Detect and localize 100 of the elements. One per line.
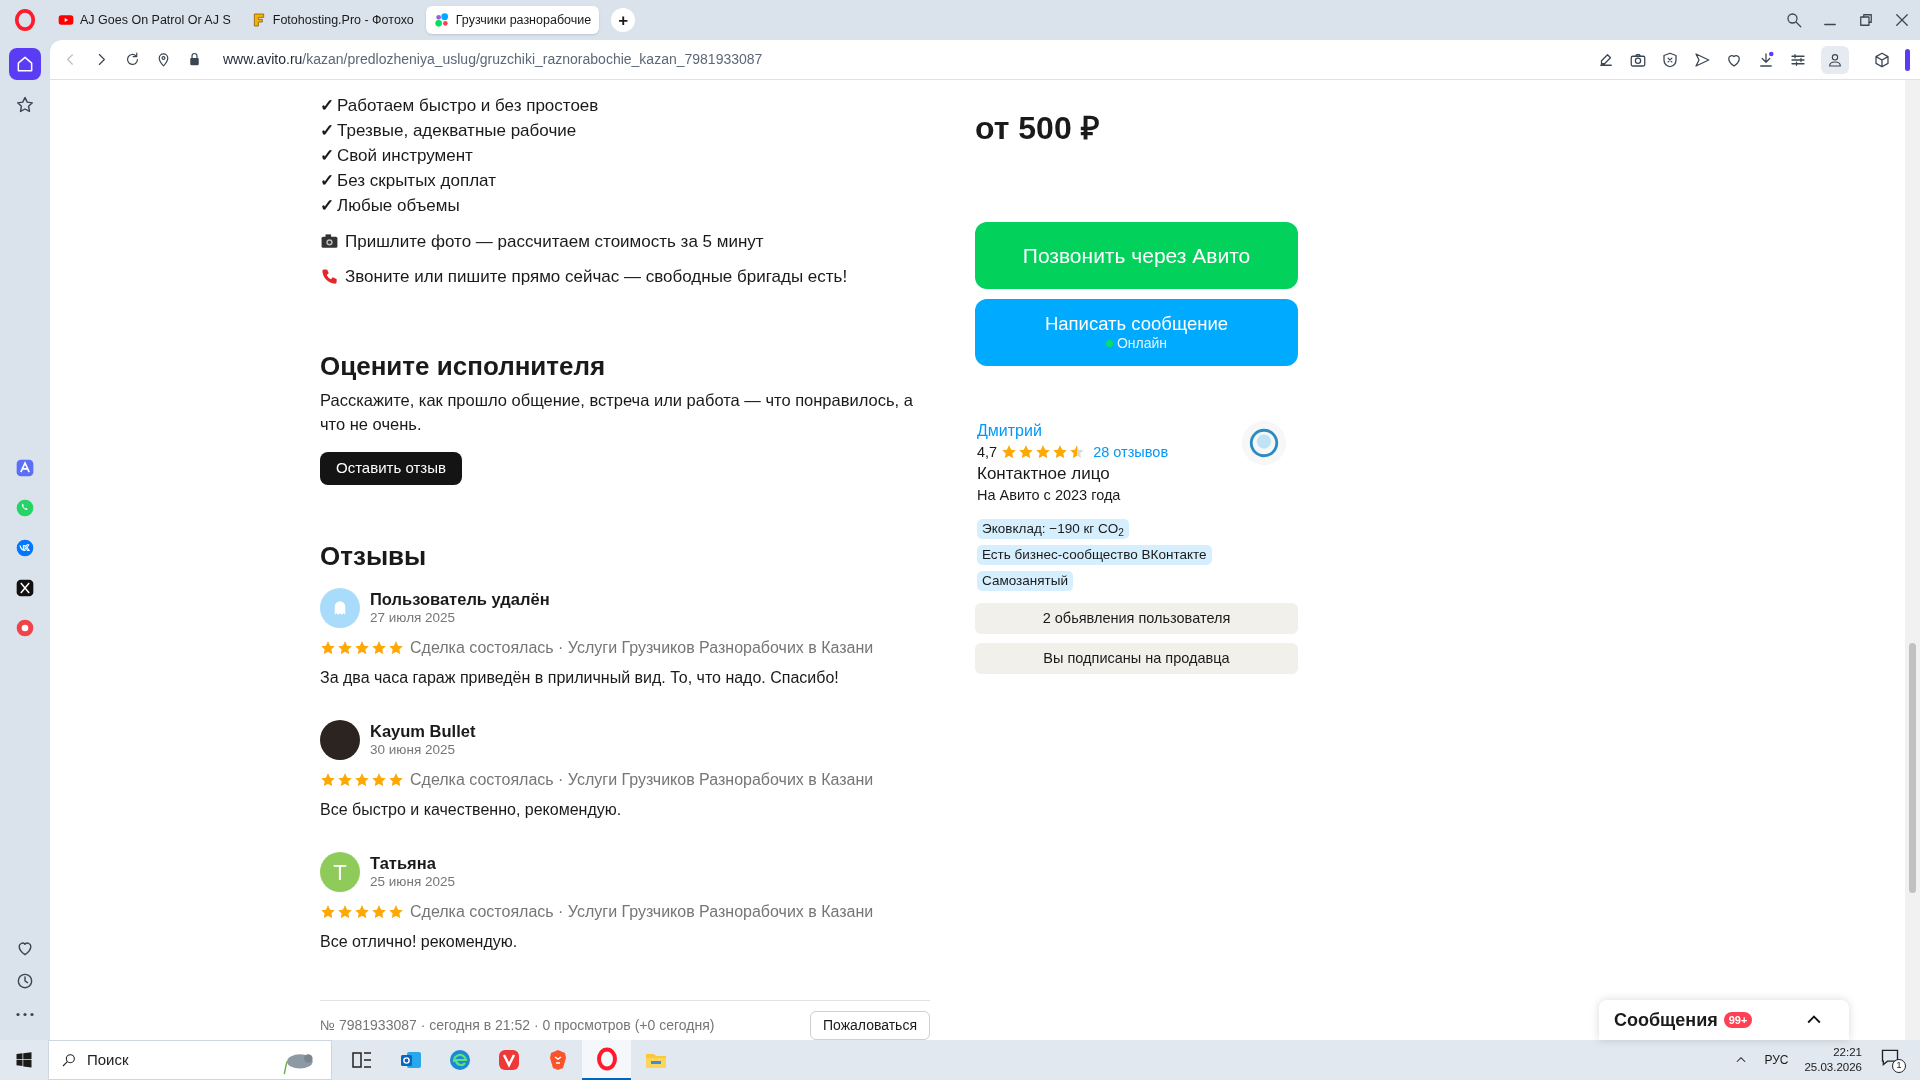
colored-dots-icon bbox=[433, 12, 450, 28]
person-icon bbox=[1827, 51, 1843, 68]
browser-tab[interactable]: Грузчики разнорабочие bbox=[425, 6, 600, 34]
review-deal-info: Сделка состоялась · Услуги Грузчиков Разнорабочих в Казани bbox=[410, 638, 874, 658]
notification-center-button[interactable]: 1 bbox=[1880, 1047, 1906, 1073]
seller-badge: Есть бизнес-сообщество ВКонтакте bbox=[977, 545, 1212, 565]
seller-badge: Самозанятый bbox=[977, 571, 1073, 591]
check-mark: ✓ bbox=[320, 144, 334, 167]
section-heading: Отзывы bbox=[320, 540, 428, 572]
review-deal-info: Сделка состоялась · Услуги Грузчиков Разнорабочих в Казани bbox=[410, 770, 874, 790]
reload-icon[interactable] bbox=[124, 51, 141, 68]
check-mark: ✓ bbox=[320, 119, 334, 142]
clock-time[interactable]: 22:21 bbox=[1833, 1045, 1862, 1060]
taskbar-app-button[interactable] bbox=[582, 1040, 631, 1080]
star-icon bbox=[320, 904, 336, 920]
review-date: 30 июня 2025 bbox=[370, 741, 456, 759]
listing-meta: № 7981933087 · сегодня в 21:52 · 0 просмотров (+0 сегодня) bbox=[320, 1016, 715, 1035]
review-text: Все отлично! рекомендую. bbox=[320, 932, 519, 952]
home-icon bbox=[15, 54, 35, 74]
feature-text: Трезвые, адекватные рабочие bbox=[337, 119, 577, 142]
star-icon bbox=[1069, 444, 1086, 460]
input-language-indicator[interactable]: РУС bbox=[1764, 1051, 1789, 1069]
messages-title: Сообщения bbox=[1614, 1008, 1718, 1032]
leave-review-button[interactable]: Оставить отзыв bbox=[320, 452, 462, 485]
x-logo-icon bbox=[15, 578, 35, 598]
review-text: За два часа гараж приведён в приличный вид. То, что надо. Спасибо! bbox=[320, 668, 840, 688]
shield-icon[interactable] bbox=[1661, 50, 1679, 69]
search-placeholder: Поиск bbox=[87, 1049, 130, 1070]
clock-date[interactable]: 25.03.2026 bbox=[1804, 1060, 1862, 1075]
clock-icon bbox=[15, 971, 35, 991]
edge-browser-icon bbox=[447, 1048, 472, 1072]
download-icon[interactable] bbox=[1757, 50, 1775, 69]
taskbar-search-field[interactable]: Поиск bbox=[48, 1040, 332, 1080]
vk-icon bbox=[15, 538, 35, 558]
price: от 500 ₽ bbox=[975, 109, 1101, 148]
seller-role: Контактное лицо bbox=[977, 463, 1111, 485]
restore-icon[interactable] bbox=[1857, 11, 1875, 29]
star-outline-icon bbox=[15, 95, 35, 115]
scrollbar-thumb[interactable] bbox=[1909, 643, 1916, 893]
star-icon bbox=[371, 904, 387, 920]
seller-action-button[interactable]: Вы подписаны на продавца bbox=[975, 643, 1298, 674]
star-icon bbox=[354, 640, 370, 656]
review-date: 27 июля 2025 bbox=[370, 609, 457, 627]
rate-description: Расскажите, как прошло общение, встреча или работа — что понравилось, а что не очень. bbox=[320, 390, 914, 435]
notification-count: 1 bbox=[1892, 1059, 1906, 1073]
sidebar-toggle-bar[interactable] bbox=[1905, 48, 1910, 71]
browser-tab[interactable]: Fotohosting.Pro - Фотохо bbox=[242, 6, 422, 34]
star-icon bbox=[1018, 444, 1035, 460]
whatsapp-icon bbox=[15, 498, 35, 518]
windows-logo-icon[interactable] bbox=[15, 1051, 33, 1069]
seller-action-button[interactable]: 2 обьявления пользователя bbox=[975, 603, 1298, 634]
more-icon bbox=[15, 1011, 35, 1017]
close-icon[interactable] bbox=[1893, 11, 1911, 29]
check-mark: ✓ bbox=[320, 194, 334, 217]
profile-button[interactable] bbox=[1821, 45, 1849, 74]
scrollbar[interactable] bbox=[1905, 80, 1920, 1040]
search-icon[interactable] bbox=[1785, 11, 1803, 29]
review-date: 25 июня 2025 bbox=[370, 873, 455, 891]
star-icon bbox=[320, 640, 336, 656]
star-icon bbox=[354, 772, 370, 788]
check-mark: ✓ bbox=[320, 94, 334, 117]
star-icon bbox=[1001, 444, 1018, 460]
opera-logo-icon[interactable] bbox=[14, 9, 36, 31]
star-icon bbox=[388, 904, 404, 920]
feature-text: Работаем быстро и без простоев bbox=[337, 94, 599, 117]
address-field[interactable]: www.avito.ru/kazan/predlozheniya_uslug/gruzchiki_raznorabochie_kazan_7981933087 bbox=[223, 49, 763, 70]
star-icon bbox=[371, 772, 387, 788]
check-mark: ✓ bbox=[320, 169, 334, 192]
online-status: Онлайн bbox=[1116, 335, 1168, 352]
star-icon bbox=[337, 904, 353, 920]
review-text: Все быстро и качественно, рекомендую. bbox=[320, 800, 623, 820]
cube-icon[interactable] bbox=[1873, 50, 1891, 69]
phone-icon bbox=[320, 267, 339, 286]
section-heading: Оцените исполнителя bbox=[320, 350, 607, 382]
note-text: Звоните или пишите прямо сейчас — свободные бригады есть! bbox=[345, 265, 848, 288]
star-icon bbox=[371, 640, 387, 656]
browser-tab[interactable]: AJ Goes On Patrol Or AJ S bbox=[50, 6, 239, 34]
unread-count-badge: 99+ bbox=[1723, 1012, 1753, 1028]
home-button[interactable] bbox=[9, 48, 41, 80]
reviewer-name: Татьяна bbox=[370, 853, 437, 873]
seller-badge: Эковклад: −190 кг CO$_{2}$ bbox=[977, 519, 1129, 539]
reviewer-name: Пользователь удалён bbox=[370, 589, 550, 609]
star-icon bbox=[1052, 444, 1069, 460]
new-tab-button[interactable]: + bbox=[611, 8, 636, 32]
avatar: Т bbox=[320, 852, 360, 892]
seller-since: На Авито с 2023 года bbox=[977, 486, 1122, 505]
search-icon bbox=[61, 1052, 77, 1068]
youtube-icon bbox=[58, 12, 74, 28]
music-player-icon bbox=[15, 618, 35, 638]
star-icon bbox=[337, 640, 353, 656]
feature-text: Без скрытых доплат bbox=[337, 169, 496, 192]
letter-a-app-icon bbox=[15, 458, 35, 478]
star-icon bbox=[1035, 444, 1052, 460]
reviewer-name: Kayum Bullet bbox=[370, 721, 476, 741]
messages-panel[interactable]: Сообщения 99+ bbox=[1599, 1000, 1849, 1040]
feature-text: Свой инструмент bbox=[337, 144, 473, 167]
star-icon bbox=[354, 904, 370, 920]
vivaldi-browser-icon bbox=[496, 1048, 521, 1072]
speech-bubble-icon bbox=[1880, 1047, 1900, 1067]
seller-rating: 4,7 bbox=[977, 443, 998, 462]
